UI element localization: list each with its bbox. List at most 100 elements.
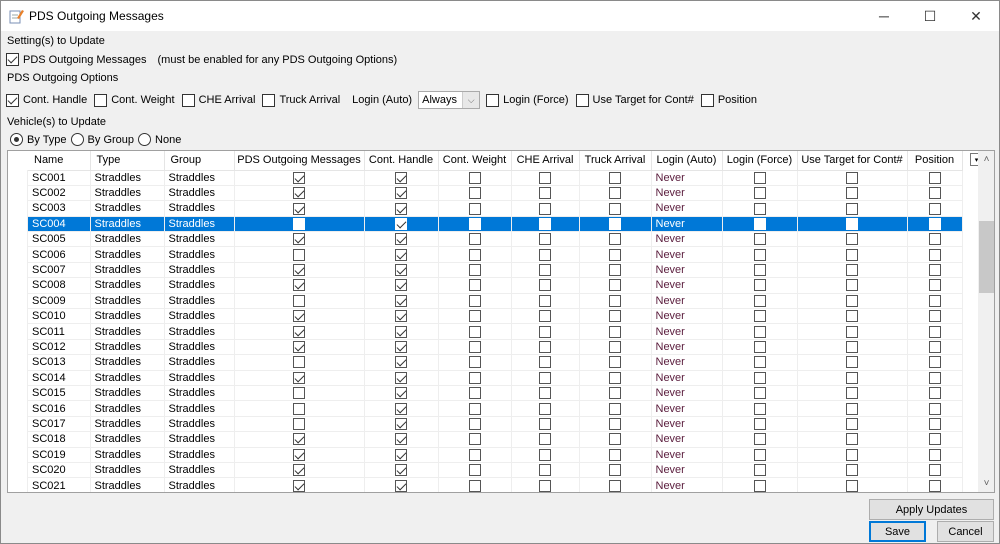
truck-arrival-checkbox[interactable] xyxy=(609,433,621,446)
position-checkbox[interactable] xyxy=(928,217,941,230)
login-force-checkbox[interactable] xyxy=(753,294,766,307)
position-checkbox[interactable] xyxy=(928,294,941,307)
option-use-target[interactable]: Use Target for Cont# xyxy=(575,93,694,107)
maximize-button[interactable]: ☐ xyxy=(907,1,953,31)
login-force-checkbox[interactable] xyxy=(753,264,766,277)
cell-group[interactable]: Straddles xyxy=(164,354,235,371)
table-row[interactable]: SC017 Straddles Straddles Never xyxy=(28,416,963,433)
cell-group[interactable]: Straddles xyxy=(164,416,235,433)
column-header-cont-weight[interactable]: Cont. Weight xyxy=(438,151,512,171)
cont-weight-checkbox[interactable] xyxy=(468,248,481,261)
cont-handle-checkbox[interactable] xyxy=(395,448,407,461)
cell-login-auto[interactable]: Never xyxy=(651,416,723,433)
scroll-up-icon[interactable]: ˄ xyxy=(978,151,994,168)
cell-name[interactable]: SC009 xyxy=(28,293,91,310)
radio-circle[interactable] xyxy=(138,133,152,146)
cont-handle-checkbox[interactable] xyxy=(395,479,407,492)
cell-type[interactable]: Straddles xyxy=(90,231,165,248)
position-checkbox[interactable] xyxy=(928,417,941,430)
table-row[interactable]: SC003 Straddles Straddles Never xyxy=(28,200,963,217)
cell-type[interactable]: Straddles xyxy=(90,277,165,294)
table-row[interactable]: SC002 Straddles Straddles Never xyxy=(28,185,963,202)
cell-group[interactable]: Straddles xyxy=(164,231,235,248)
truck-arrival-checkbox[interactable] xyxy=(609,171,621,184)
column-header-che-arrival[interactable]: CHE Arrival xyxy=(511,151,580,171)
cont-weight-checkbox[interactable] xyxy=(468,479,481,492)
truck-arrival-checkbox[interactable] xyxy=(609,310,621,323)
pds-outgoing-checkbox[interactable] xyxy=(293,233,305,246)
position-checkbox[interactable] xyxy=(928,448,941,461)
option-cont-handle[interactable]: Cont. Handle xyxy=(6,93,87,107)
position-checkbox[interactable] xyxy=(928,371,941,384)
pds-outgoing-checkbox[interactable] xyxy=(293,448,305,461)
che-arrival-checkbox[interactable] xyxy=(539,187,551,200)
cell-type[interactable]: Straddles xyxy=(90,385,165,402)
position-checkbox[interactable] xyxy=(928,187,941,200)
cell-group[interactable]: Straddles xyxy=(164,200,235,217)
login-auto-select[interactable]: Always ⌵ xyxy=(418,91,481,109)
login-force-checkbox[interactable] xyxy=(753,356,766,369)
cell-name[interactable]: SC003 xyxy=(28,200,91,217)
column-header-truck-arrival[interactable]: Truck Arrival xyxy=(579,151,652,171)
login-force-checkbox[interactable] xyxy=(753,479,766,492)
truck-arrival-checkbox[interactable] xyxy=(609,341,621,354)
cont-weight-checkbox[interactable] xyxy=(468,387,481,400)
pds-outgoing-checkbox[interactable] xyxy=(293,187,305,200)
cont-handle-checkbox[interactable] xyxy=(395,248,407,261)
use-target-checkbox[interactable] xyxy=(846,294,858,307)
cell-login-auto[interactable]: Never xyxy=(651,462,723,479)
table-row[interactable]: SC001 Straddles Straddles Never xyxy=(28,170,963,186)
cont-handle-checkbox[interactable] xyxy=(395,217,407,230)
cont-weight-checkbox[interactable] xyxy=(468,202,481,215)
table-row[interactable]: SC020 Straddles Straddles Never xyxy=(28,462,963,479)
cell-name[interactable]: SC013 xyxy=(28,354,91,371)
checkbox-box[interactable] xyxy=(700,93,714,107)
che-arrival-checkbox[interactable] xyxy=(539,279,551,292)
cell-name[interactable]: SC014 xyxy=(28,370,91,386)
column-header-position[interactable]: Position xyxy=(907,151,963,171)
che-arrival-checkbox[interactable] xyxy=(539,356,551,369)
cell-type[interactable]: Straddles xyxy=(90,354,165,371)
cell-login-auto[interactable]: Never xyxy=(651,323,723,340)
cell-name[interactable]: SC005 xyxy=(28,231,91,248)
login-force-checkbox[interactable] xyxy=(753,233,766,246)
che-arrival-checkbox[interactable] xyxy=(539,464,551,477)
table-row[interactable]: SC014 Straddles Straddles Never xyxy=(28,370,963,386)
table-row[interactable]: SC018 Straddles Straddles Never xyxy=(28,431,963,448)
position-checkbox[interactable] xyxy=(928,279,941,292)
use-target-checkbox[interactable] xyxy=(846,402,858,415)
login-force-checkbox[interactable] xyxy=(753,202,766,215)
che-arrival-checkbox[interactable] xyxy=(539,479,551,492)
cont-handle-checkbox[interactable] xyxy=(395,402,407,415)
che-arrival-checkbox[interactable] xyxy=(539,233,551,246)
cancel-button[interactable]: Cancel xyxy=(937,521,994,542)
cont-weight-checkbox[interactable] xyxy=(468,187,481,200)
login-force-checkbox[interactable] xyxy=(753,341,766,354)
login-force-checkbox[interactable] xyxy=(753,217,766,230)
pds-outgoing-checkbox[interactable] xyxy=(293,264,305,277)
cell-group[interactable]: Straddles xyxy=(164,308,235,325)
position-checkbox[interactable] xyxy=(928,248,941,261)
use-target-checkbox[interactable] xyxy=(846,433,858,446)
cell-group[interactable]: Straddles xyxy=(164,262,235,279)
pds-outgoing-checkbox[interactable] xyxy=(293,217,305,230)
position-checkbox[interactable] xyxy=(928,310,941,323)
table-row[interactable]: SC006 Straddles Straddles Never xyxy=(28,246,963,263)
cell-name[interactable]: SC015 xyxy=(28,385,91,402)
table-row[interactable]: SC011 Straddles Straddles Never xyxy=(28,323,963,340)
cell-type[interactable]: Straddles xyxy=(90,246,165,263)
use-target-checkbox[interactable] xyxy=(846,341,858,354)
cont-handle-checkbox[interactable] xyxy=(395,171,407,184)
cell-group[interactable]: Straddles xyxy=(164,400,235,417)
cell-name[interactable]: SC001 xyxy=(28,170,91,186)
cont-handle-checkbox[interactable] xyxy=(395,233,407,246)
pds-outgoing-checkbox[interactable] xyxy=(293,417,305,430)
cell-group[interactable]: Straddles xyxy=(164,477,235,492)
column-header-login-force[interactable]: Login (Force) xyxy=(722,151,798,171)
truck-arrival-checkbox[interactable] xyxy=(609,387,621,400)
scroll-down-icon[interactable]: ˅ xyxy=(978,475,994,492)
pds-outgoing-checkbox[interactable] xyxy=(293,325,305,338)
position-checkbox[interactable] xyxy=(928,264,941,277)
login-force-checkbox[interactable] xyxy=(753,325,766,338)
che-arrival-checkbox[interactable] xyxy=(539,217,551,230)
